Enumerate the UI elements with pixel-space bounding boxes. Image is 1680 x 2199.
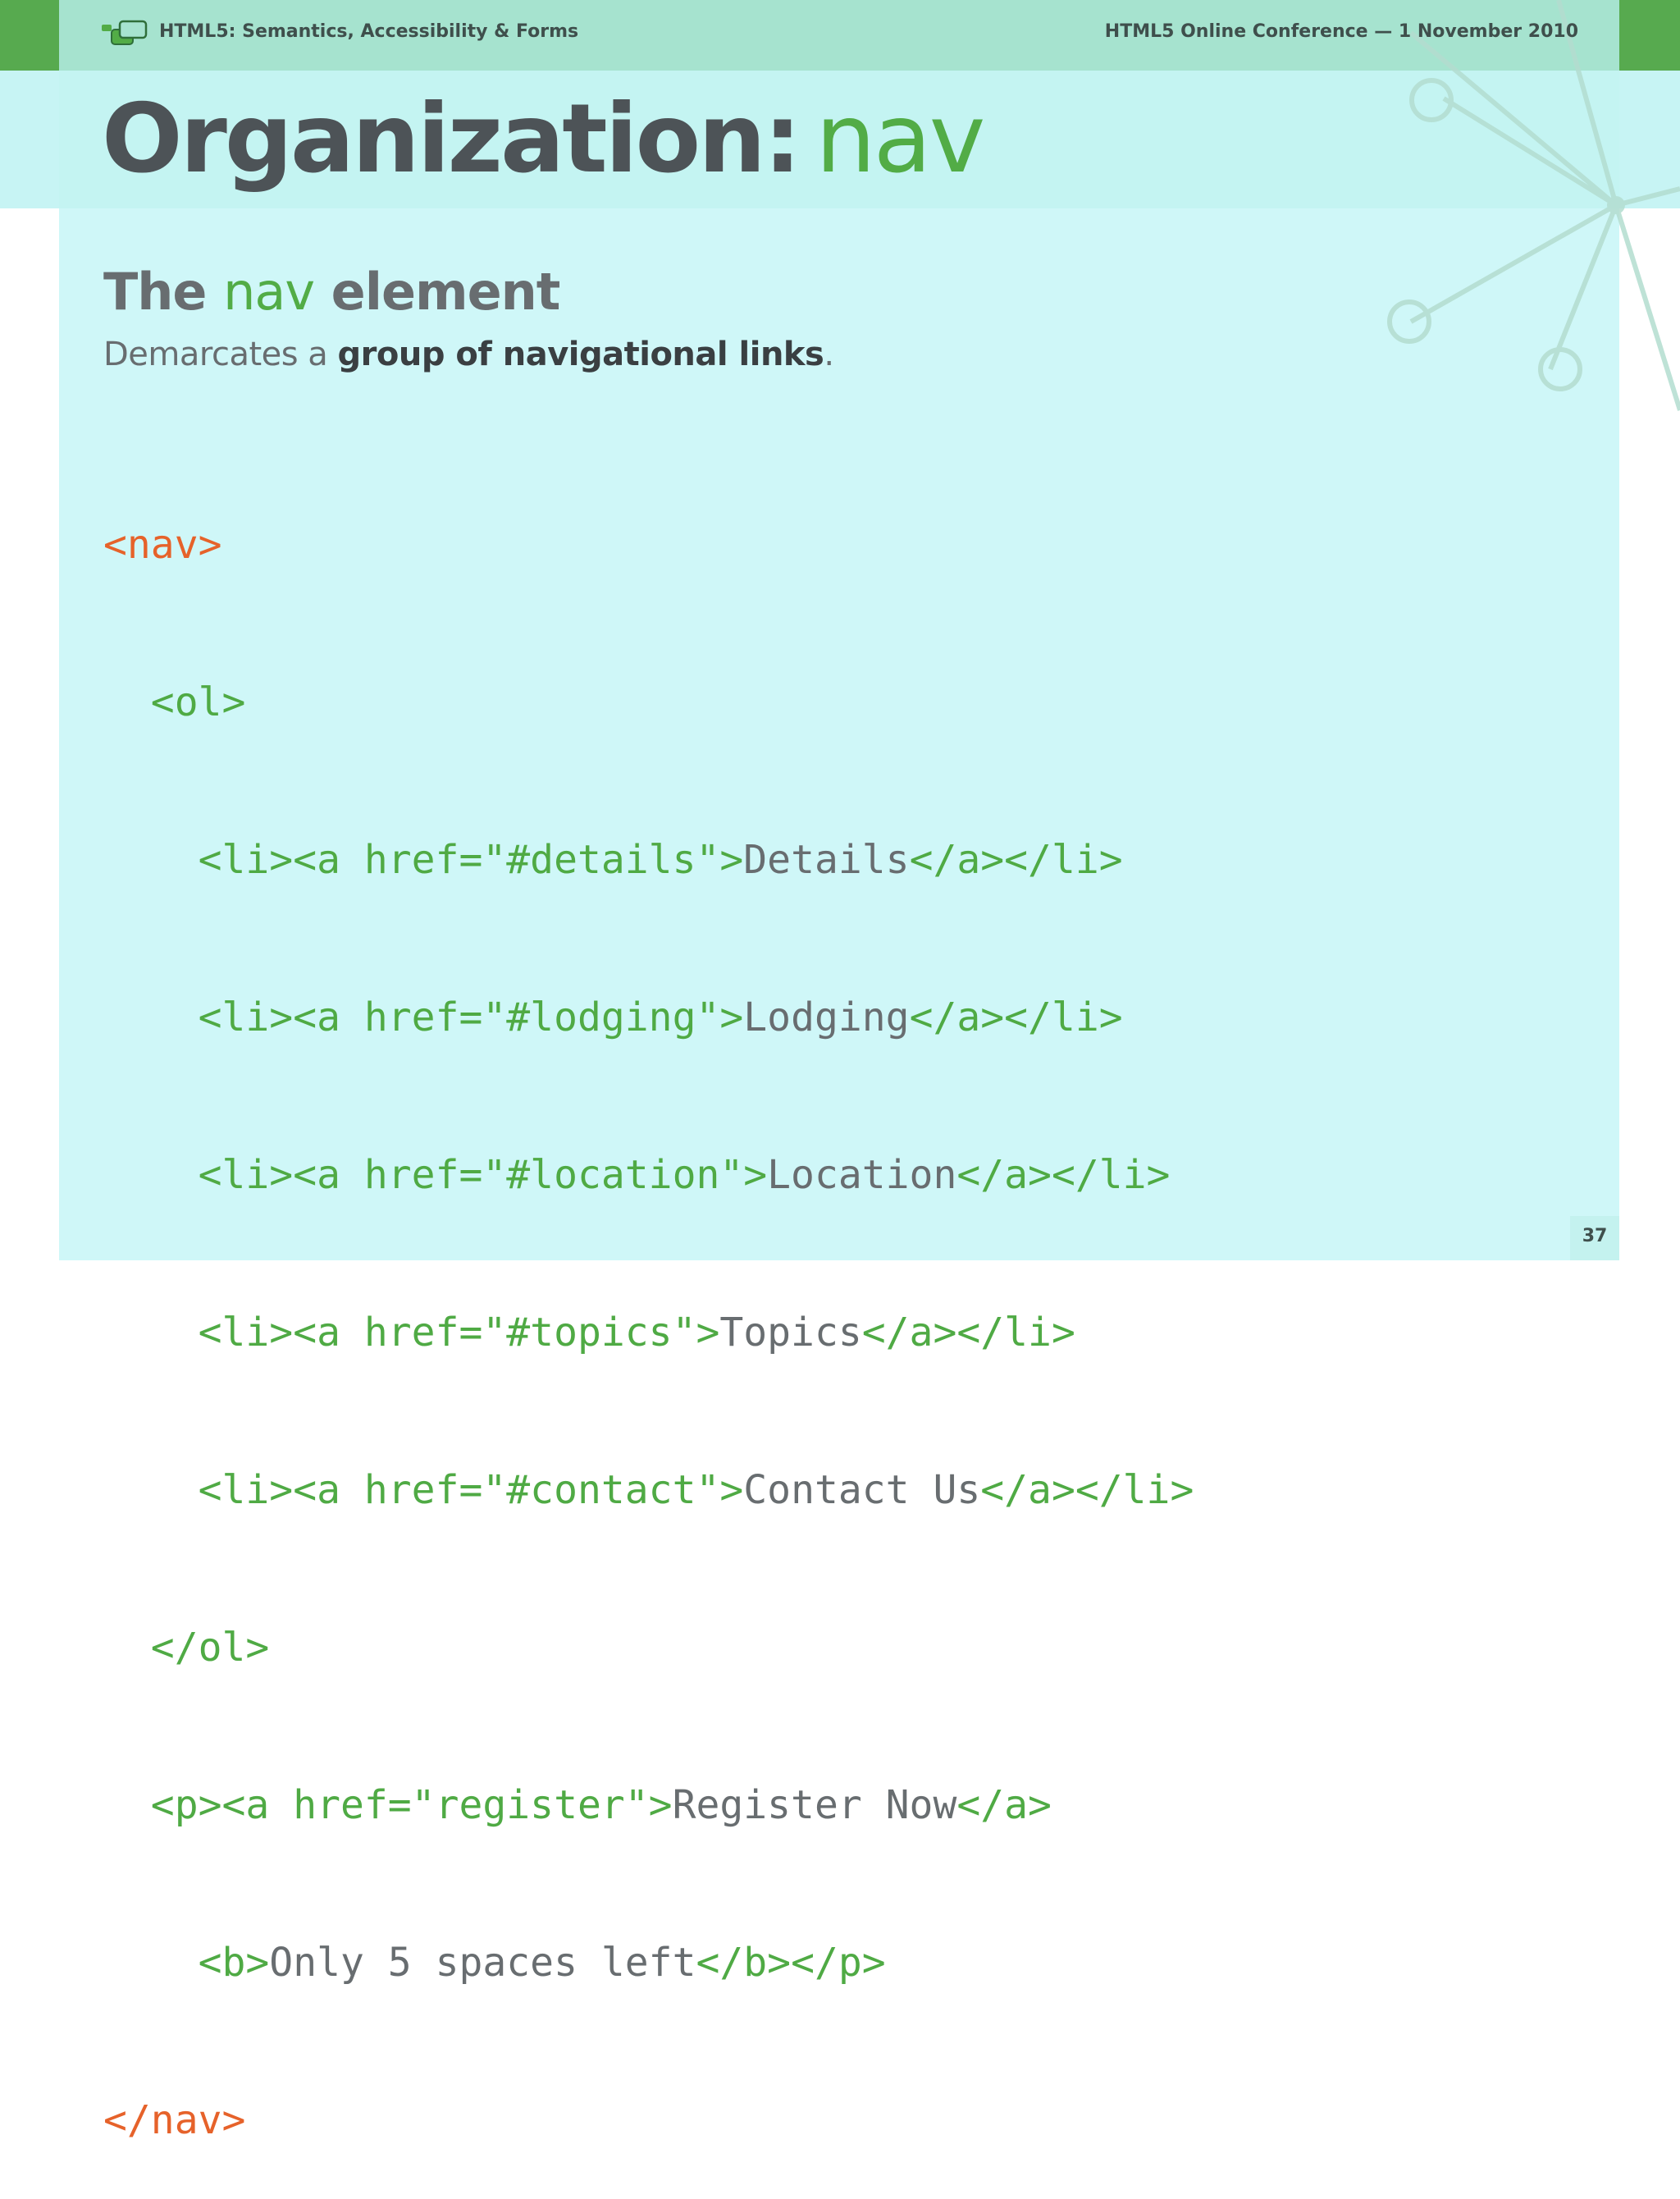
code-line-item: <li><a href="#location">Location</a></li… (198, 1152, 1171, 1198)
deck-title: HTML5: Semantics, Accessibility & Forms (159, 21, 579, 42)
slide-title: Organization: nav (102, 82, 985, 197)
code-line-ol-open: <ol> (103, 679, 246, 725)
slide-title-accent: nav (815, 84, 985, 194)
event-info: HTML5 Online Conference — 1 November 201… (1104, 21, 1578, 42)
slide-title-main: Organization: (102, 84, 801, 194)
code-line-ol-close: </ol> (103, 1625, 270, 1671)
code-line-nav-close: </nav> (103, 2097, 246, 2143)
slide-description: Demarcates a group of navigational links… (103, 331, 834, 377)
code-line-p-open: <p><a href="register">Register Now</a> (103, 1782, 1052, 1828)
code-line-b: <b>Only 5 spaces left</b></p> (198, 1940, 886, 1986)
code-line-item: <li><a href="#contact">Contact Us</a></l… (198, 1467, 1194, 1513)
network-nodes-decoration (1387, 0, 1680, 411)
slide-subtitle: The nav element (103, 261, 561, 323)
code-line-item: <li><a href="#lodging">Lodging</a></li> (198, 994, 1123, 1040)
code-line-nav-open: <nav> (103, 522, 222, 568)
code-line-item: <li><a href="#details">Details</a></li> (198, 837, 1123, 883)
subtitle-pre: The (103, 262, 207, 322)
page-number: 37 (1582, 1226, 1608, 1246)
description-post: . (824, 336, 834, 373)
left-accent-strip (0, 0, 59, 71)
description-pre: Demarcates a (103, 336, 328, 373)
chat-bubbles-icon (102, 20, 148, 45)
description-strong: group of navigational links (337, 336, 824, 373)
subtitle-post: element (331, 262, 561, 322)
code-line-item: <li><a href="#topics">Topics</a></li> (198, 1310, 1075, 1356)
subtitle-accent: nav (223, 262, 315, 322)
code-sample: <nav> <ol> <li><a href="#details">Detail… (103, 414, 1194, 2199)
